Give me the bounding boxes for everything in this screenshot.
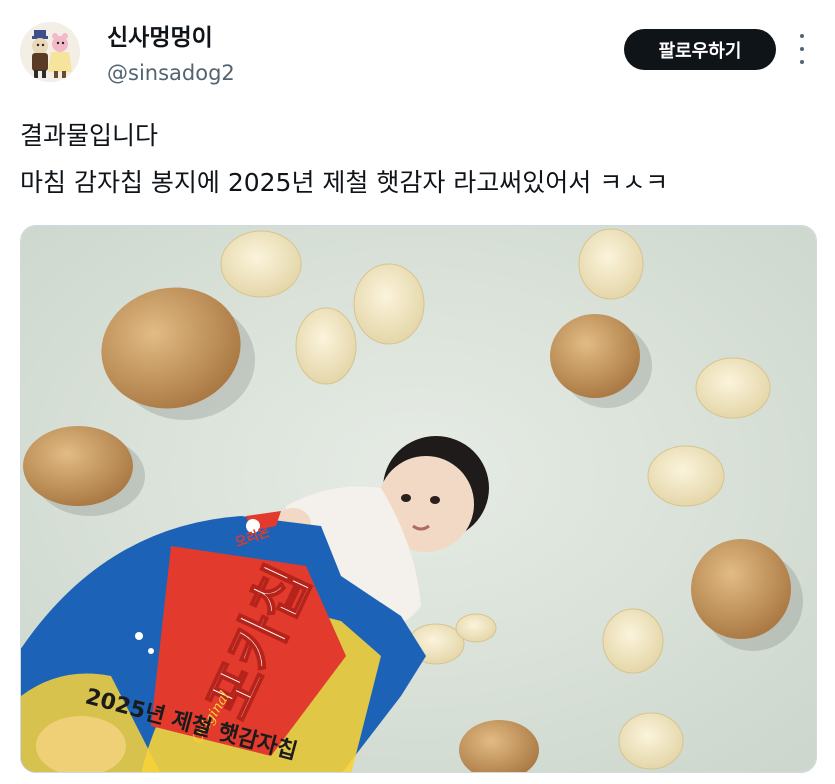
more-dots-icon[interactable] [795,34,809,64]
tweet-text: 결과물입니다 마침 감자칩 봉지에 2025년 제철 햇감자 라고써있어서 ㅋㅅ… [20,112,820,206]
follow-button[interactable]: 팔로우하기 [624,29,776,70]
user-handle[interactable]: @sinsadog2 [107,60,235,86]
baby-potato-chip-photo: 오리온 포카칩 Original 2025년 제철 햇감자칩 [21,226,816,772]
display-name[interactable]: 신사멍멍이 [107,24,213,52]
tweet-photo[interactable]: 오리온 포카칩 Original 2025년 제철 햇감자칩 [20,225,817,773]
tweet-line-1: 결과물입니다 [20,121,159,150]
tweet-line-2: 마침 감자칩 봉지에 2025년 제철 햇감자 라고써있어서 ㅋㅅㅋ [20,168,669,197]
avatar-illustration-icon [20,22,80,82]
avatar[interactable] [20,22,80,82]
tweet-header: 신사멍멍이 @sinsadog2 팔로우하기 [0,0,835,100]
